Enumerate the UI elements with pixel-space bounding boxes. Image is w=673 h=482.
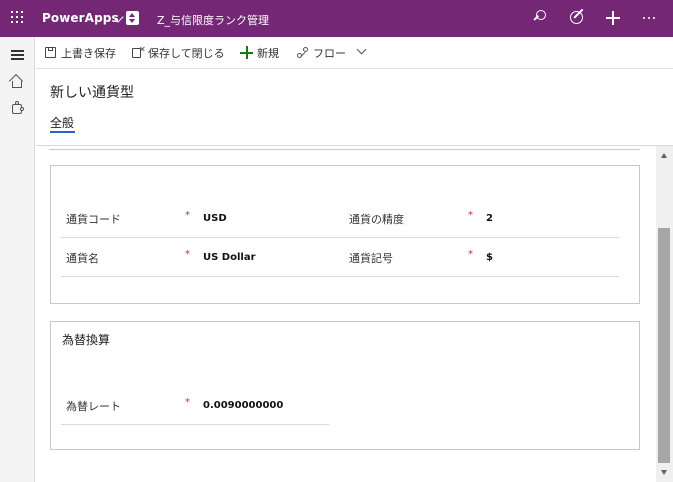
section-title: 為替換算: [62, 333, 111, 347]
field-label: 通貨コード: [66, 213, 121, 226]
divider: [49, 149, 640, 150]
plus-icon[interactable]: [604, 9, 622, 27]
flow-icon: [296, 46, 309, 59]
field-value[interactable]: US Dollar: [203, 252, 256, 263]
required-marker: *: [468, 249, 473, 260]
vertical-scrollbar[interactable]: [656, 146, 673, 482]
field-underline: [61, 424, 329, 425]
save-label: 上書き保存: [61, 47, 116, 60]
required-marker: *: [185, 249, 190, 260]
new-label: 新規: [257, 47, 279, 60]
tab-active-indicator: [50, 131, 75, 133]
chevron-down-icon: [112, 11, 124, 23]
app-switcher-button[interactable]: [112, 11, 140, 26]
field-value[interactable]: USD: [203, 213, 227, 224]
field-currency-symbol[interactable]: 通貨記号 * $: [334, 241, 629, 277]
field-exchange-rate[interactable]: 為替レート * 0.0090000000: [51, 389, 341, 425]
section-exchange: 為替換算 為替レート * 0.0090000000: [50, 321, 640, 450]
waffle-icon[interactable]: [11, 11, 25, 25]
form-content: 通貨コード * USD 通貨の精度 * 2 通貨名 * US Dollar 通貨…: [36, 146, 656, 482]
left-nav: [0, 37, 35, 482]
field-underline: [61, 237, 346, 238]
more-icon[interactable]: [640, 9, 658, 27]
search-icon[interactable]: [532, 9, 550, 27]
field-currency-precision[interactable]: 通貨の精度 * 2: [334, 202, 629, 238]
save-icon: [44, 46, 57, 59]
scroll-up-icon[interactable]: [661, 153, 667, 158]
required-marker: *: [468, 210, 473, 221]
field-currency-name[interactable]: 通貨名 * US Dollar: [51, 241, 346, 277]
brand-name[interactable]: PowerApps: [42, 11, 119, 25]
field-label: 為替レート: [66, 400, 121, 413]
page-title: 新しい通貨型: [50, 85, 134, 101]
field-underline: [61, 276, 346, 277]
required-marker: *: [185, 397, 190, 408]
save-close-label: 保存して閉じる: [148, 47, 225, 60]
required-marker: *: [185, 210, 190, 221]
top-bar: PowerApps Z_与信限度ランク管理: [0, 0, 673, 37]
field-label: 通貨記号: [349, 252, 393, 265]
field-label: 通貨名: [66, 252, 99, 265]
field-value[interactable]: 2: [486, 213, 493, 224]
command-bar: 上書き保存 ✕ 保存して閉じる 新規 フロー: [36, 37, 673, 69]
field-currency-code[interactable]: 通貨コード * USD: [51, 202, 346, 238]
form-header: 新しい通貨型 全般: [36, 69, 673, 146]
home-icon[interactable]: [0, 69, 35, 97]
app-title: Z_与信限度ランク管理: [157, 14, 270, 27]
flow-label: フロー: [313, 47, 346, 60]
field-value[interactable]: $: [486, 252, 493, 263]
target-icon[interactable]: [568, 8, 586, 27]
hamburger-icon[interactable]: [0, 41, 35, 69]
field-label: 通貨の精度: [349, 213, 404, 226]
sort-icon: [126, 11, 139, 25]
scrollbar-thumb[interactable]: [658, 228, 670, 463]
field-value[interactable]: 0.0090000000: [203, 400, 283, 411]
field-underline: [334, 237, 619, 238]
chevron-down-icon[interactable]: [356, 44, 367, 55]
tab-general[interactable]: 全般: [50, 114, 74, 131]
scroll-down-icon[interactable]: [661, 470, 667, 475]
save-close-icon: ✕: [131, 46, 146, 59]
field-underline: [334, 276, 619, 277]
puzzle-icon[interactable]: [0, 95, 35, 123]
plus-icon: [240, 46, 253, 59]
section-currency: 通貨コード * USD 通貨の精度 * 2 通貨名 * US Dollar 通貨…: [50, 165, 640, 304]
